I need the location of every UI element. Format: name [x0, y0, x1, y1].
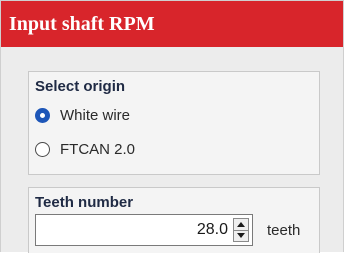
spin-up-button[interactable] [233, 218, 249, 231]
teeth-unit-label: teeth [267, 222, 301, 239]
spin-buttons [233, 218, 249, 242]
panel-title: Input shaft RPM [1, 1, 343, 47]
teeth-number-value[interactable]: 28.0 [197, 215, 228, 245]
origin-option-label: White wire [60, 106, 131, 124]
arrow-up-icon [237, 221, 245, 227]
radio-checked-icon[interactable] [35, 107, 50, 123]
origin-option-ftcan[interactable]: FTCAN 2.0 [35, 138, 135, 160]
origin-option-label: FTCAN 2.0 [60, 140, 136, 158]
select-origin-title: Select origin [35, 78, 126, 95]
teeth-number-title: Teeth number [35, 194, 134, 211]
teeth-number-group: Teeth number 28.0 teeth [28, 187, 320, 253]
radio-unchecked-icon[interactable] [35, 141, 50, 157]
spin-down-button[interactable] [233, 230, 249, 242]
teeth-number-spinbox[interactable]: 28.0 [35, 214, 253, 246]
select-origin-group: Select origin White wire FTCAN 2.0 [28, 71, 320, 175]
input-shaft-rpm-panel: Input shaft RPM Select origin White wire… [0, 0, 344, 253]
arrow-down-icon [237, 233, 245, 239]
origin-option-white-wire[interactable]: White wire [35, 104, 130, 126]
